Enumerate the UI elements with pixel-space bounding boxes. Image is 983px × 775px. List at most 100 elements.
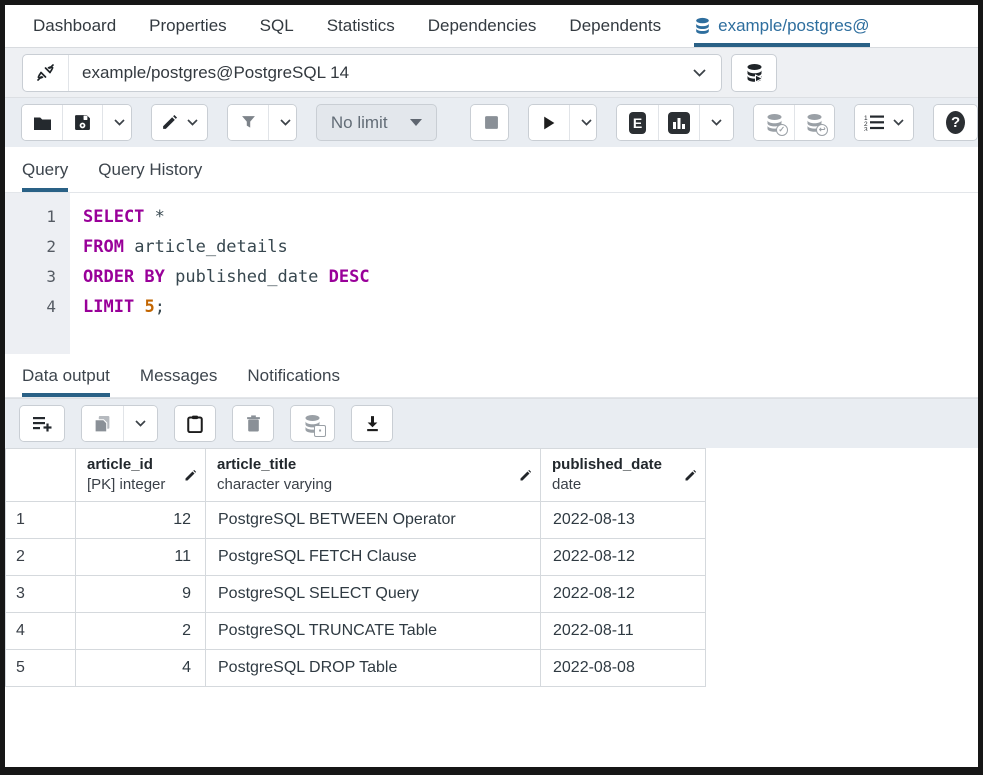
row-number-cell[interactable]: 2 [6, 539, 76, 576]
sql-code[interactable]: SELECT *FROM article_detailsORDER BY pub… [70, 193, 978, 354]
column-header-published-date[interactable]: published_date date [541, 449, 706, 502]
database-commit-icon: ✓ [765, 113, 784, 133]
connection-selector[interactable]: example/postgres@PostgreSQL 14 [22, 54, 722, 92]
execute-options-dropdown[interactable] [569, 105, 598, 140]
cancel-query-button[interactable] [471, 105, 509, 140]
explain-analyze-button[interactable] [658, 105, 699, 140]
tab-data-output[interactable]: Data output [22, 354, 110, 397]
connection-dropdown-toggle[interactable] [677, 55, 721, 91]
open-file-button[interactable] [22, 105, 62, 140]
row-number-cell[interactable]: 3 [6, 576, 76, 613]
save-file-button[interactable] [62, 105, 102, 140]
cell-article-title[interactable]: PostgreSQL SELECT Query [206, 576, 541, 613]
cell-article-id[interactable]: 11 [76, 539, 206, 576]
rollback-arrow-icon: ↩ [816, 124, 828, 136]
explain-button[interactable]: E [617, 105, 657, 140]
add-row-button[interactable] [20, 406, 64, 441]
filter-options-dropdown[interactable] [268, 105, 297, 140]
database-rollback-icon: ↩ [805, 113, 824, 133]
edit-menu-button[interactable] [152, 105, 208, 140]
tab-query[interactable]: Query [22, 147, 68, 192]
row-number-cell[interactable]: 5 [6, 650, 76, 687]
explain-options-dropdown[interactable] [699, 105, 733, 140]
cell-published-date[interactable]: 2022-08-13 [541, 502, 706, 539]
edit-pencil-icon[interactable] [684, 469, 697, 482]
edit-pencil-icon[interactable] [519, 469, 532, 482]
commit-button[interactable]: ✓ [754, 105, 794, 140]
clipboard-icon [187, 415, 203, 433]
row-number-cell[interactable]: 4 [6, 613, 76, 650]
svg-text:3: 3 [864, 127, 868, 132]
plug-disconnected-icon [36, 63, 55, 82]
save-options-dropdown[interactable] [102, 105, 132, 140]
tab-statistics[interactable]: Statistics [327, 5, 395, 47]
data-output-panel: article_id [PK] integer article_title [5, 448, 978, 767]
save-data-changes-button[interactable]: ▪ [291, 406, 334, 441]
tab-notifications[interactable]: Notifications [247, 354, 340, 397]
copy-button[interactable] [82, 406, 123, 441]
download-results-button[interactable] [352, 406, 392, 441]
chevron-down-icon [581, 119, 592, 126]
cell-article-title[interactable]: PostgreSQL FETCH Clause [206, 539, 541, 576]
tab-dependents[interactable]: Dependents [569, 5, 661, 47]
tab-messages[interactable]: Messages [140, 354, 217, 397]
output-tab-bar: Data output Messages Notifications [5, 354, 978, 398]
edit-pencil-icon[interactable] [184, 469, 197, 482]
cell-published-date[interactable]: 2022-08-12 [541, 576, 706, 613]
sql-line: SELECT * [83, 202, 978, 232]
trash-icon [246, 415, 261, 432]
query-tool-window: Dashboard Properties SQL Statistics Depe… [0, 0, 983, 775]
tab-sql[interactable]: SQL [260, 5, 294, 47]
cell-article-id[interactable]: 4 [76, 650, 206, 687]
sql-editor[interactable]: 1234 SELECT *FROM article_detailsORDER B… [5, 193, 978, 354]
cell-article-id[interactable]: 12 [76, 502, 206, 539]
sql-line: ORDER BY published_date DESC [83, 262, 978, 292]
rollback-button[interactable]: ↩ [794, 105, 834, 140]
macro-menu-button[interactable]: 123 [855, 105, 913, 140]
cell-article-id[interactable]: 9 [76, 576, 206, 613]
cell-published-date[interactable]: 2022-08-12 [541, 539, 706, 576]
paste-button[interactable] [175, 406, 215, 441]
tab-dependencies[interactable]: Dependencies [428, 5, 537, 47]
column-type: character varying [217, 475, 332, 495]
column-header-article-title[interactable]: article_title character varying [206, 449, 541, 502]
transaction-button-group: ✓ ↩ [753, 104, 834, 141]
cell-article-id[interactable]: 2 [76, 613, 206, 650]
table-row: 42PostgreSQL TRUNCATE Table2022-08-11 [6, 613, 706, 650]
folder-icon [33, 115, 52, 131]
line-number: 4 [5, 292, 56, 322]
filter-button-group [227, 104, 297, 141]
play-icon [541, 115, 556, 131]
execute-query-button[interactable] [529, 105, 569, 140]
file-button-group [21, 104, 132, 141]
tab-dashboard[interactable]: Dashboard [33, 5, 116, 47]
cell-article-title[interactable]: PostgreSQL TRUNCATE Table [206, 613, 541, 650]
tab-query-tool-active[interactable]: example/postgres@ [694, 5, 869, 47]
copy-icon [94, 415, 111, 433]
browser-tab-bar: Dashboard Properties SQL Statistics Depe… [5, 5, 978, 47]
copy-options-dropdown[interactable] [123, 406, 157, 441]
row-number-header [6, 449, 76, 502]
tab-properties[interactable]: Properties [149, 5, 226, 47]
cell-article-title[interactable]: PostgreSQL BETWEEN Operator [206, 502, 541, 539]
row-number-cell[interactable]: 1 [6, 502, 76, 539]
grid-body: 112PostgreSQL BETWEEN Operator2022-08-13… [6, 502, 706, 687]
column-name: article_title [217, 455, 332, 475]
row-limit-select[interactable]: No limit [316, 104, 437, 141]
editor-tab-bar: Query Query History [5, 147, 978, 193]
column-header-article-id[interactable]: article_id [PK] integer [76, 449, 206, 502]
help-button[interactable]: ? [934, 105, 977, 140]
filter-button[interactable] [228, 105, 268, 140]
column-name: article_id [87, 455, 165, 475]
delete-row-button[interactable] [233, 406, 273, 441]
add-row-icon [32, 415, 52, 432]
numbered-list-icon: 123 [864, 114, 885, 131]
tab-query-history[interactable]: Query History [98, 147, 202, 192]
cell-published-date[interactable]: 2022-08-08 [541, 650, 706, 687]
cell-article-title[interactable]: PostgreSQL DROP Table [206, 650, 541, 687]
cell-published-date[interactable]: 2022-08-11 [541, 613, 706, 650]
new-connection-button[interactable] [731, 54, 777, 92]
connection-status-cell [23, 55, 69, 91]
column-type: [PK] integer [87, 475, 165, 495]
sql-line: FROM article_details [83, 232, 978, 262]
